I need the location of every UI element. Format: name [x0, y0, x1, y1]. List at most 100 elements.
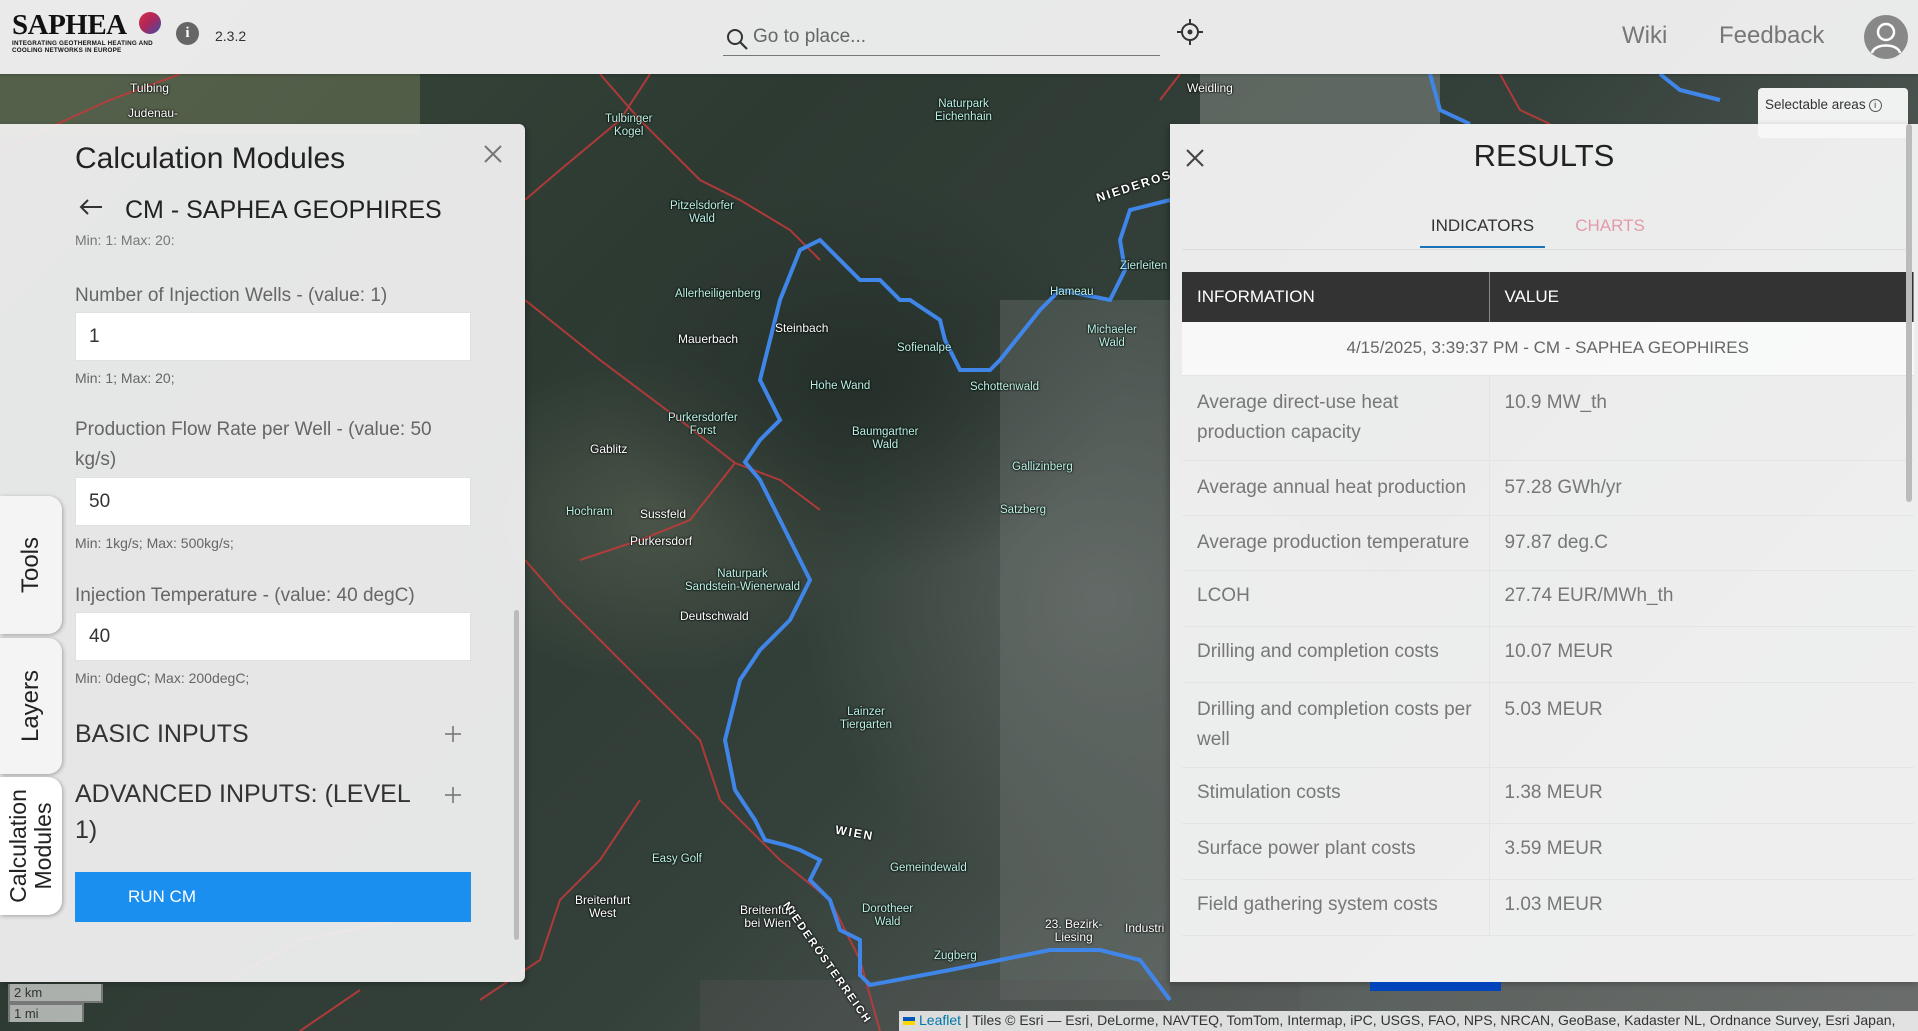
map-label: Purkersdorf [630, 534, 693, 548]
map-label: Satzberg [1000, 504, 1047, 516]
panel-scrollbar[interactable] [514, 610, 519, 940]
value-cell: 97.87 deg.C [1488, 515, 1914, 571]
app-version: 2.3.2 [215, 28, 247, 44]
value-cell: 5.03 MEUR [1488, 682, 1914, 768]
map-label: Gablitz [590, 442, 628, 456]
map-label: Weidling [1187, 81, 1233, 95]
value-cell: 3.59 MEUR [1488, 823, 1914, 880]
results-scrollbar[interactable] [1906, 124, 1912, 502]
results-panel: RESULTS INDICATORS CHARTS INFORMATION VA… [1170, 124, 1918, 982]
value-cell: 1.38 MEUR [1488, 767, 1914, 824]
injection-temperature-input[interactable]: 40 [75, 612, 471, 661]
user-avatar-icon[interactable] [1864, 15, 1908, 59]
map-label: Judenau- [128, 106, 179, 120]
map-label: Gallizinberg [1012, 461, 1073, 473]
search-icon [727, 29, 748, 50]
indicators-table: INFORMATION VALUE 4/15/2025, 3:39:37 PM … [1182, 272, 1914, 936]
wiki-link[interactable]: Wiki [1622, 22, 1667, 50]
tab-tools[interactable]: Tools [0, 496, 62, 634]
injection-temperature-label: Injection Temperature - (value: 40 degC) [75, 585, 415, 606]
back-arrow-icon[interactable] [78, 196, 104, 218]
results-title: RESULTS [1473, 138, 1615, 173]
map-label: Tulbing [130, 81, 169, 95]
attribution-text: | Tiles © Esri — Esri, DeLorme, NAVTEQ, … [964, 1012, 1896, 1028]
top-bar: SAPHEA INTEGRATING GEOTHERMAL HEATING AN… [0, 0, 1918, 74]
table-row: Average direct-use heat production capac… [1182, 375, 1914, 461]
tab-charts[interactable]: CHARTS [1565, 216, 1655, 236]
map-label: Naturpark Eichenhain [935, 98, 992, 123]
tab-tools-label: Tools [17, 536, 44, 594]
search-input[interactable] [753, 22, 1153, 52]
tab-calculation-modules[interactable]: Calculation Modules [0, 777, 62, 915]
info-cell: LCOH [1182, 570, 1489, 627]
tab-indicators[interactable]: INDICATORS [1420, 216, 1545, 248]
locate-me-icon[interactable] [1176, 18, 1204, 46]
expand-plus-icon[interactable] [444, 786, 462, 804]
map-label: Breitenfurt West [575, 893, 631, 920]
table-row: Drilling and completion costs 10.07 MEUR [1182, 626, 1914, 683]
info-icon[interactable]: i [1868, 99, 1882, 112]
info-cell: Average annual heat production [1182, 460, 1489, 516]
field-hint: Min: 1; Max: 20; [75, 235, 175, 245]
column-header: VALUE [1489, 272, 1914, 322]
value-cell: 27.74 EUR/MWh_th [1488, 570, 1914, 627]
info-icon[interactable]: i [176, 22, 199, 45]
map-label: Zugberg [934, 950, 977, 962]
table-row: Average production temperature 97.87 deg… [1182, 515, 1914, 571]
place-search[interactable] [723, 20, 1160, 56]
flow-rate-input[interactable]: 50 [75, 477, 471, 526]
map-label: Zierleiten [1120, 260, 1168, 272]
tab-layers-label: Layers [17, 669, 45, 743]
map-label: Dorotheer Wald [862, 903, 914, 928]
map-label: Mauerbach [678, 332, 739, 346]
map-attribution: Leaflet | Tiles © Esri — Esri, DeLorme, … [899, 1011, 1918, 1031]
map-label: Steinbach [775, 321, 829, 335]
map-label: Gemeindewald [890, 862, 967, 874]
flow-rate-hint: Min: 1kg/s; Max: 500kg/s; [75, 535, 234, 551]
info-cell: Drilling and completion costs [1182, 626, 1489, 683]
calculation-modules-panel: Calculation Modules CM - SAPHEA GEOPHIRE… [0, 124, 525, 982]
feedback-link[interactable]: Feedback [1719, 22, 1824, 50]
map-label: 23. Bezirk- Liesing [1045, 917, 1103, 944]
expand-plus-icon[interactable] [444, 725, 462, 743]
basic-inputs-section[interactable]: BASIC INPUTS [75, 716, 435, 752]
info-cell: Average production temperature [1182, 515, 1489, 571]
map-label: Sussfeld [640, 507, 687, 521]
advanced-inputs-section[interactable]: ADVANCED INPUTS: (LEVEL 1) [75, 776, 435, 848]
info-cell: Stimulation costs [1182, 767, 1489, 824]
ukraine-flag-icon [903, 1017, 915, 1025]
value-cell: 10.9 MW_th [1488, 375, 1914, 461]
leaflet-link[interactable]: Leaflet [919, 1012, 961, 1028]
value-cell: 10.07 MEUR [1488, 626, 1914, 683]
injection-wells-label: Number of Injection Wells - (value: 1) [75, 285, 388, 306]
tab-calculation-modules-label: Calculation Modules [5, 789, 57, 903]
selectable-areas-label: Selectable areas [1765, 97, 1866, 112]
info-cell: Drilling and completion costs per well [1182, 682, 1489, 768]
column-header: INFORMATION [1182, 272, 1490, 322]
info-cell: Field gathering system costs [1182, 879, 1489, 936]
value-cell: 57.28 GWh/yr [1488, 460, 1914, 516]
map-label: Industri [1125, 921, 1165, 935]
injection-wells-hint: Min: 1; Max: 20; [75, 370, 175, 386]
map-label: Purkersdorfer Forst [668, 412, 738, 437]
map-label: Hochram [566, 506, 613, 518]
panel-title: Calculation Modules [75, 142, 346, 175]
logo-globe-icon [139, 12, 161, 34]
saphea-logo[interactable]: SAPHEA INTEGRATING GEOTHERMAL HEATING AN… [12, 10, 162, 60]
map-label: Allerheiligenberg [675, 288, 761, 300]
table-row: Field gathering system costs 1.03 MEUR [1182, 879, 1914, 936]
flow-rate-label: Production Flow Rate per Well - (value: … [75, 419, 432, 470]
table-row: Drilling and completion costs per well 5… [1182, 682, 1914, 768]
map-highlight-bar [1370, 982, 1501, 991]
run-cm-button[interactable]: RUN CM [75, 872, 471, 922]
close-icon[interactable] [481, 142, 505, 166]
cm-title: CM - SAPHEA GEOPHIRES [125, 196, 442, 224]
map-label: Hameau [1050, 286, 1094, 298]
run-info-row: 4/15/2025, 3:39:37 PM - CM - SAPHEA GEOP… [1182, 322, 1914, 376]
map-label: Deutschwald [680, 609, 749, 623]
tab-layers[interactable]: Layers [0, 638, 62, 774]
injection-wells-input[interactable]: 1 [75, 312, 471, 361]
map-label: Lainzer Tiergarten [840, 706, 892, 731]
map-label: Schottenwald [970, 381, 1040, 393]
map-label: Michaeler Wald [1087, 324, 1137, 349]
